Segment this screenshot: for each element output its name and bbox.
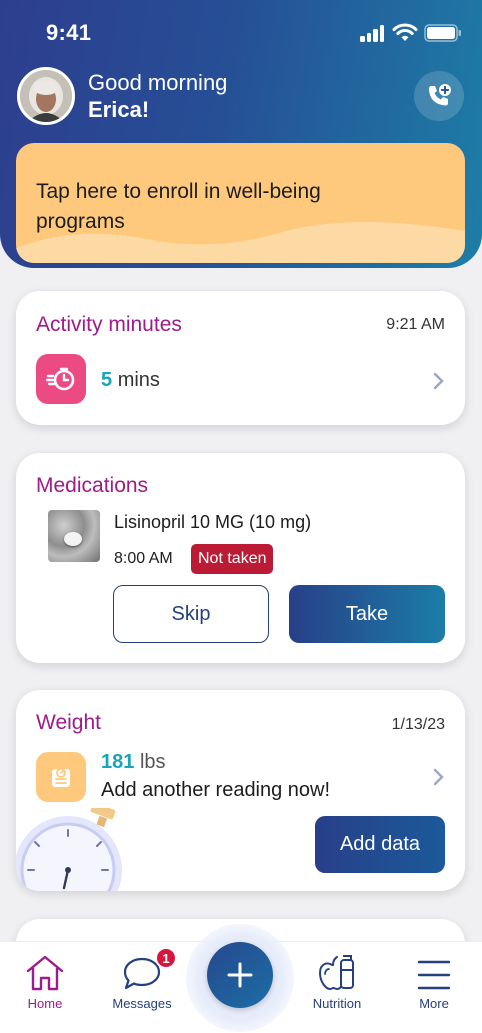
weight-unit: lbs <box>139 751 166 773</box>
scale-icon <box>52 768 70 787</box>
add-button[interactable] <box>207 942 273 1008</box>
weight-value: 181 <box>101 751 135 773</box>
activity-value: 5 mins <box>101 369 160 392</box>
tab-nutrition[interactable]: Nutrition <box>292 942 382 1012</box>
greeting: Good morning Erica! <box>88 69 227 123</box>
user-photo <box>20 70 72 122</box>
avatar[interactable] <box>17 67 75 125</box>
header: 9:41 Good morning Erica! Tap here to enr… <box>0 0 482 268</box>
tab-home-label: Home <box>27 996 63 1011</box>
medications-card: Medications Lisinopril 10 MG (10 mg) 8:0… <box>16 453 465 663</box>
cellular-signal-icon <box>360 24 386 42</box>
wifi-icon <box>392 23 418 41</box>
pill-photo <box>48 510 100 562</box>
weight-prompt: Add another reading now! <box>101 779 331 801</box>
menu-icon <box>417 960 451 990</box>
weight-icon-tile <box>36 752 86 802</box>
status-bar: 9:41 <box>0 0 482 64</box>
battery-icon <box>424 24 461 42</box>
add-data-button[interactable]: Add data <box>315 816 445 873</box>
messages-count-badge: 1 <box>155 947 177 969</box>
status-badge: Not taken <box>191 544 274 574</box>
medications-title: Medications <box>36 474 149 497</box>
plus-icon <box>227 962 253 988</box>
weight-title: Weight <box>36 711 101 734</box>
medication-name: Lisinopril 10 MG (10 mg) <box>114 512 312 532</box>
greeting-name: Erica! <box>88 97 150 122</box>
activity-unit: mins <box>117 369 160 391</box>
chevron-right-icon <box>433 768 444 786</box>
phone-plus-icon <box>429 84 451 106</box>
tab-more[interactable]: More <box>389 942 479 1012</box>
tab-nutrition-label: Nutrition <box>312 996 362 1011</box>
weight-reading: 181 lbs <box>101 751 166 774</box>
activity-icon-tile <box>36 354 86 404</box>
enroll-banner[interactable]: Tap here to enroll in well-being program… <box>16 143 465 263</box>
greeting-line: Good morning <box>88 70 228 95</box>
activity-time: 9:21 AM <box>386 316 445 333</box>
tab-more-label: More <box>419 996 449 1011</box>
tab-messages-label: Messages <box>112 996 172 1011</box>
enroll-banner-text: Tap here to enroll in well-being program… <box>36 180 321 233</box>
call-button[interactable] <box>414 71 464 121</box>
home-icon <box>26 955 64 991</box>
stopwatch-illustration <box>16 808 122 891</box>
activity-minutes: 5 <box>101 369 113 391</box>
weight-date: 1/13/23 <box>391 716 445 733</box>
stopwatch-fast-icon <box>46 367 75 391</box>
activity-card[interactable]: Activity minutes 9:21 AM 5 mins <box>16 291 465 425</box>
weight-card[interactable]: Weight 1/13/23 181 lbs Add another readi… <box>16 690 465 891</box>
skip-button[interactable]: Skip <box>113 585 269 643</box>
apple-bottle-icon <box>318 955 354 991</box>
tab-home[interactable]: Home <box>0 942 90 1012</box>
activity-title: Activity minutes <box>36 313 182 336</box>
medication-time: 8:00 AM <box>114 550 173 567</box>
status-time: 9:41 <box>46 20 92 45</box>
take-button[interactable]: Take <box>289 585 445 643</box>
chevron-right-icon <box>433 372 444 390</box>
